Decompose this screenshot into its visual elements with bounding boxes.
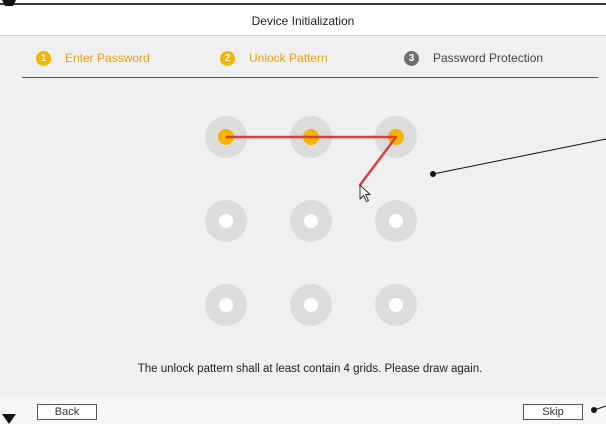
skip-button[interactable]: Skip xyxy=(523,404,583,420)
back-button[interactable]: Back xyxy=(37,404,97,420)
pattern-dot-6[interactable] xyxy=(375,200,417,242)
pattern-dot-9[interactable] xyxy=(375,284,417,326)
pattern-dot-8[interactable] xyxy=(290,284,332,326)
pattern-dot-4[interactable] xyxy=(205,200,247,242)
pattern-dot-7[interactable] xyxy=(205,284,247,326)
pattern-error-message: The unlock pattern shall at least contai… xyxy=(137,363,483,375)
unlock-pattern-grid[interactable] xyxy=(0,0,606,424)
corner-marker-icon xyxy=(2,414,16,424)
annotation-marker xyxy=(430,138,606,177)
pattern-dot-5[interactable] xyxy=(290,200,332,242)
mouse-cursor-icon xyxy=(359,184,371,202)
